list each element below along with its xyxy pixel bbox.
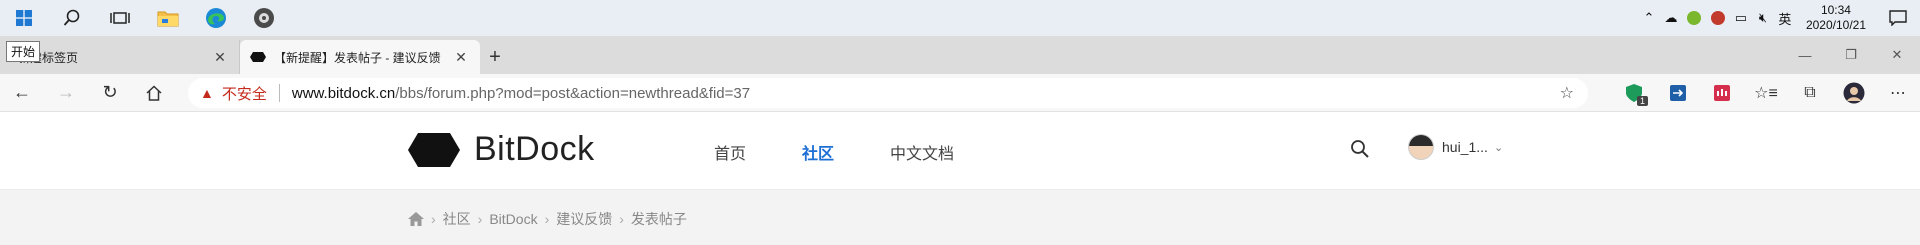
tab-post-thread[interactable]: 【新提醒】发表帖子 - 建议反馈 ✕ xyxy=(240,40,480,74)
site-header: BitDock 首页 社区 中文文档 hui_1... ⌄ xyxy=(0,112,1920,190)
notification-icon[interactable] xyxy=(1876,0,1920,36)
breadcrumb-separator: › xyxy=(619,211,624,227)
chevron-up-icon[interactable]: ⌃ xyxy=(1638,0,1660,36)
breadcrumb-item-bitdock[interactable]: BitDock xyxy=(489,211,537,227)
breadcrumb: › 社区 › BitDock › 建议反馈 › 发表帖子 xyxy=(408,209,687,229)
app-tray-icon[interactable] xyxy=(1706,0,1730,36)
edge-icon xyxy=(206,8,226,28)
profile-avatar-icon xyxy=(1843,82,1865,104)
more-menu-button[interactable]: ⋯ xyxy=(1876,74,1920,112)
toolbar-extensions: 1 ☆≡ ⧉ ⋯ xyxy=(1612,74,1920,112)
home-icon[interactable] xyxy=(408,212,424,226)
username: hui_1... xyxy=(1442,139,1488,155)
home-button[interactable] xyxy=(132,74,176,112)
favorite-star-icon[interactable]: ☆ xyxy=(1560,83,1574,103)
tab-title: 新建标签页 xyxy=(18,50,79,65)
page-content: › 社区 › BitDock › 建议反馈 › 发表帖子 xyxy=(0,190,1920,245)
site-logo[interactable]: BitDock xyxy=(408,130,595,169)
disc-app-icon xyxy=(254,8,274,28)
site-search-button[interactable] xyxy=(1350,139,1370,164)
restore-button[interactable]: ❐ xyxy=(1828,36,1874,74)
clock[interactable]: 10:34 2020/10/21 xyxy=(1796,3,1876,33)
security-status[interactable]: 不安全 xyxy=(222,83,267,104)
url-domain: www.bitdock.cn xyxy=(291,84,396,102)
more-dots-icon: ⋯ xyxy=(1890,85,1906,102)
back-button[interactable]: ← xyxy=(0,74,44,112)
search-taskbar-button[interactable] xyxy=(48,0,96,36)
arrow-left-icon: ← xyxy=(13,82,31,102)
arrow-box-icon xyxy=(1670,85,1686,101)
clock-time: 10:34 xyxy=(1820,3,1851,17)
task-view-icon xyxy=(110,12,130,24)
volume-muted-icon[interactable]: 🔇︎ xyxy=(1752,0,1774,36)
red-extension-button[interactable] xyxy=(1700,74,1744,112)
forward-button[interactable]: → xyxy=(44,74,88,112)
breadcrumb-item-post-thread: 发表帖子 xyxy=(630,211,687,227)
bitdock-favicon-icon xyxy=(250,52,266,62)
main-nav: 首页 社区 中文文档 xyxy=(714,140,1010,164)
refresh-icon: ↻ xyxy=(102,82,118,102)
file-explorer-button[interactable] xyxy=(144,0,192,36)
security-tray-icon[interactable] xyxy=(1682,0,1706,36)
start-tooltip: 开始 xyxy=(6,41,41,62)
window-controls: — ❐ ✕ xyxy=(1782,36,1920,74)
red-app-icon xyxy=(1714,85,1730,101)
address-bar[interactable]: ▲ 不安全 www.bitdock.cn/bbs/forum.php?mod=p… xyxy=(188,78,1588,108)
folder-icon xyxy=(157,11,179,27)
home-icon xyxy=(146,84,162,101)
favorites-button[interactable]: ☆≡ xyxy=(1744,74,1788,112)
user-menu[interactable]: hui_1... ⌄ xyxy=(1408,134,1503,160)
system-tray: ⌃ ☁ ▭ 🔇︎ 英 10:34 2020/10/21 xyxy=(1638,0,1920,36)
close-icon[interactable]: ✕ xyxy=(452,49,470,66)
breadcrumb-separator: › xyxy=(477,211,483,227)
clock-date: 2020/10/21 xyxy=(1805,18,1866,32)
breadcrumb-item-feedback[interactable]: 建议反馈 xyxy=(556,209,612,229)
avatar xyxy=(1408,134,1434,160)
divider xyxy=(278,84,280,102)
collections-icon: ⧉ xyxy=(1804,84,1816,101)
network-icon[interactable]: ▭ xyxy=(1730,0,1752,36)
extension-badge: 1 xyxy=(1636,96,1648,106)
breadcrumb-separator: › xyxy=(431,211,436,227)
minimize-button[interactable]: — xyxy=(1782,36,1828,74)
navigation-bar: ← → ↻ ▲ 不安全 www.bitdock.cn/bbs/forum.php… xyxy=(0,74,1920,112)
collections-button[interactable]: ⧉ xyxy=(1788,74,1832,112)
profile-button[interactable] xyxy=(1832,74,1876,112)
refresh-button[interactable]: ↻ xyxy=(88,74,132,112)
ime-indicator[interactable]: 英 xyxy=(1774,0,1796,36)
breadcrumb-item-community[interactable]: 社区 xyxy=(443,209,471,229)
taskbar: ⌃ ☁ ▭ 🔇︎ 英 10:34 2020/10/21 xyxy=(0,0,1920,36)
breadcrumb-separator: › xyxy=(544,211,550,227)
edge-taskbar-button[interactable] xyxy=(192,0,240,36)
new-tab-button[interactable]: + xyxy=(480,40,510,74)
bitdock-logo-icon xyxy=(408,132,460,167)
logo-text: BitDock xyxy=(474,130,595,168)
close-window-button[interactable]: ✕ xyxy=(1874,36,1920,74)
tab-strip: 新建标签页 ✕ 【新提醒】发表帖子 - 建议反馈 ✕ + — ❐ ✕ xyxy=(0,36,1920,74)
arrow-right-icon: → xyxy=(57,82,75,102)
nav-item-docs[interactable]: 中文文档 xyxy=(890,140,954,164)
tab-title: 【新提醒】发表帖子 - 建议反馈 xyxy=(274,50,441,65)
chevron-down-icon: ⌄ xyxy=(1493,141,1504,154)
adblock-extension-button[interactable]: 1 xyxy=(1612,74,1656,112)
search-icon xyxy=(63,9,80,26)
share-extension-button[interactable] xyxy=(1656,74,1700,112)
nav-item-community[interactable]: 社区 xyxy=(802,140,834,164)
app-taskbar-button[interactable] xyxy=(240,0,288,36)
url-path: /bbs/forum.php?mod=post&action=newthread… xyxy=(395,84,751,102)
search-icon xyxy=(1351,140,1369,158)
windows-logo-icon xyxy=(16,10,32,26)
task-view-button[interactable] xyxy=(96,0,144,36)
favorites-list-icon: ☆≡ xyxy=(1754,85,1778,102)
nav-item-home[interactable]: 首页 xyxy=(714,140,746,164)
close-icon[interactable]: ✕ xyxy=(211,49,229,66)
cloud-icon[interactable]: ☁ xyxy=(1660,0,1682,36)
start-button[interactable] xyxy=(0,0,48,36)
warning-icon[interactable]: ▲ xyxy=(200,85,214,101)
